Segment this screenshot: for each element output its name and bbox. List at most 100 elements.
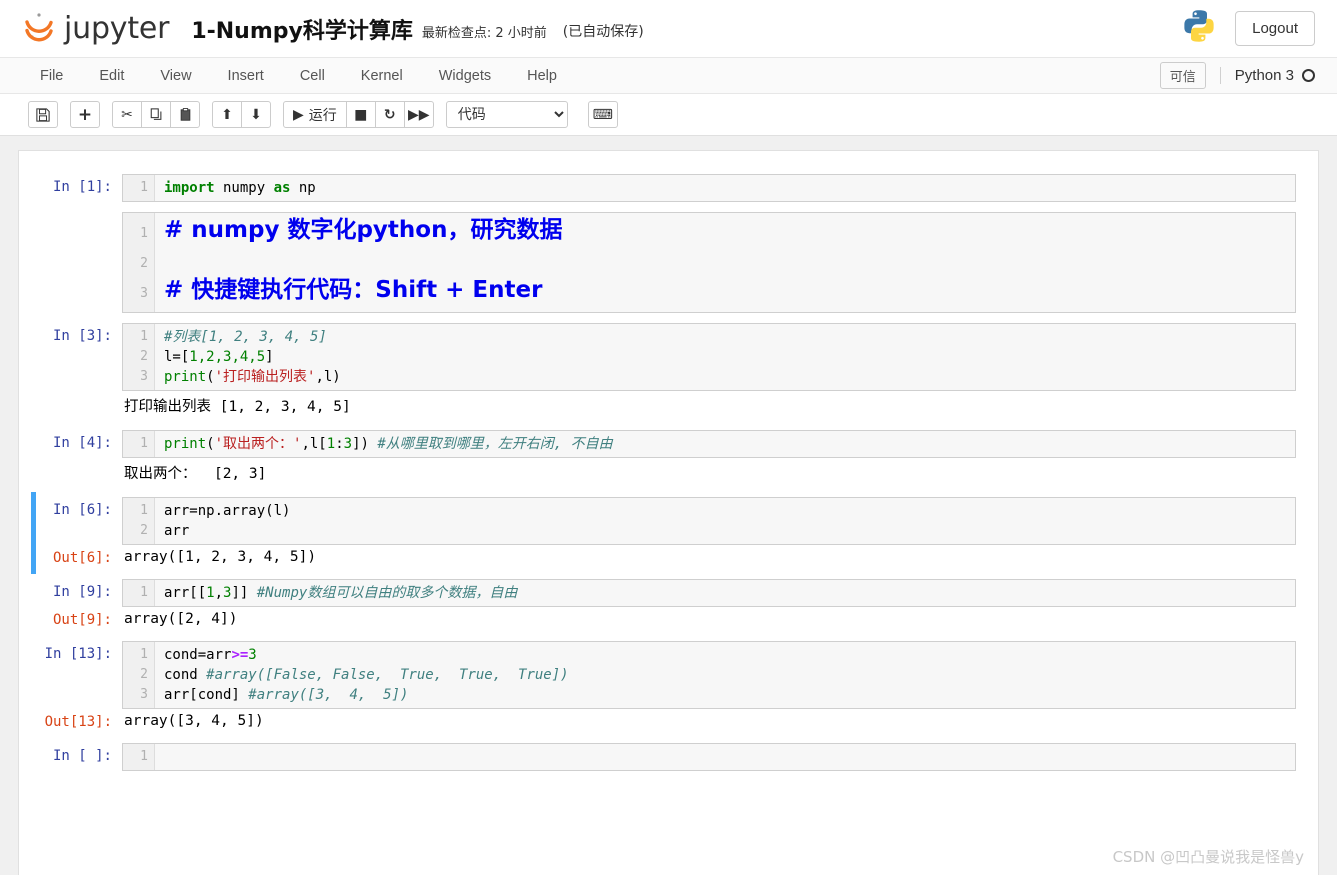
menu-item-widgets[interactable]: Widgets [421, 58, 509, 93]
plus-icon[interactable]: + [70, 101, 100, 128]
line-numbers: 1 2 3 [123, 642, 155, 708]
arrow-up-icon[interactable]: ⬆ [212, 101, 242, 128]
logout-button[interactable]: Logout [1235, 11, 1315, 46]
input-prompt: In [4]: [52, 435, 112, 451]
code-content[interactable]: arr[[1,3]] #Numpy数组可以自由的取多个数据，自由 [155, 580, 1295, 606]
keyboard-icon[interactable]: ⌨ [587, 101, 618, 128]
code-content[interactable] [155, 744, 1295, 770]
stop-square-icon[interactable]: ■ [345, 101, 376, 128]
code-token-comment: #array([False, False, True, True, True]) [206, 667, 569, 683]
code-content[interactable]: # numpy 数字化python，研究数据 # 快捷键执行代码：Shift +… [155, 213, 1295, 312]
cell-type-select[interactable]: 代码 标记 原生 NBConvert 标题 [445, 101, 568, 128]
code-token-comment: #从哪里取到哪里，左开右闭, 不自由 [368, 436, 613, 452]
menu-item-help[interactable]: Help [509, 58, 575, 93]
input-prompt: In [9]: [52, 584, 112, 600]
line-numbers: 1 2 [123, 498, 155, 544]
code-token-comment: #array([3, 4, 5]) [248, 687, 409, 703]
notebook-cell[interactable]: In [3]: 1 2 3 #列表[1, 2, 3, 4, 5] l=[1,2,… [31, 318, 1296, 425]
code-editor[interactable]: 1 import numpy as np [122, 174, 1296, 202]
notebook-cell[interactable]: In [ ]: 1 [31, 738, 1296, 776]
notebook-container: In [1]: 1 import numpy as np 1 2 3 # num… [18, 150, 1319, 875]
code-token-close: ]) [352, 436, 369, 452]
notebook-cell[interactable]: 1 2 3 # numpy 数字化python，研究数据 # 快捷键执行代码：S… [31, 207, 1296, 318]
menu-item-cell[interactable]: Cell [282, 58, 343, 93]
scissors-icon[interactable]: ✂ [112, 101, 142, 128]
code-content[interactable]: #列表[1, 2, 3, 4, 5] l=[1,2,3,4,5] print('… [155, 324, 1295, 390]
code-token-print: print [164, 436, 207, 452]
notebook-title[interactable]: 1-Numpy科学计算库 [191, 13, 413, 45]
csdn-watermark: CSDN @凹凸曼说我是怪兽y [1112, 848, 1304, 866]
code-line-2: arr [164, 523, 190, 539]
menu-bar: File Edit View Insert Cell Kernel Widget… [0, 58, 1337, 94]
notebook-cell-selected[interactable]: In [6]: 1 2 arr=np.array(l) arr Out[6]: … [31, 492, 1296, 574]
notebook-cell[interactable]: In [13]: 1 2 3 cond=arr>=3 cond #array([… [31, 636, 1296, 738]
code-token-paren: ( [206, 369, 215, 385]
input-prompt: In [13]: [44, 646, 112, 662]
menu-item-file[interactable]: File [22, 58, 81, 93]
output-prompt: Out[6]: [52, 550, 112, 566]
code-line-1: arr=np.array(l) [164, 503, 291, 519]
arrow-down-icon[interactable]: ⬇ [241, 101, 271, 128]
fast-forward-icon[interactable]: ▶▶ [403, 101, 434, 128]
paste-icon[interactable] [170, 101, 200, 128]
stdout-text: 取出两个： [2, 3] [124, 466, 267, 482]
code-token-as: as [273, 180, 291, 196]
code-editor[interactable]: 1 2 3 cond=arr>=3 cond #array([False, Fa… [122, 641, 1296, 709]
notebook-page-wrap: In [1]: 1 import numpy as np 1 2 3 # num… [0, 136, 1337, 875]
code-token-string: '取出两个：' [214, 436, 302, 452]
notebook-cell[interactable]: In [9]: 1 arr[[1,3]] #Numpy数组可以自由的取多个数据，… [31, 574, 1296, 636]
toolbar-group-move: ⬆ ⬇ [212, 101, 271, 128]
restart-circle-icon[interactable]: ↻ [374, 101, 405, 128]
notebook-cell[interactable]: In [1]: 1 import numpy as np [31, 169, 1296, 207]
raw-line-1: # numpy 数字化python，研究数据 [164, 217, 563, 243]
run-button[interactable]: ▶ 运行 [283, 101, 347, 128]
copy-icon[interactable] [141, 101, 171, 128]
output-text: array([1, 2, 3, 4, 5]) [124, 549, 317, 565]
line-numbers: 1 [123, 431, 155, 457]
code-content[interactable]: arr=np.array(l) arr [155, 498, 1295, 544]
play-icon: ▶ [293, 106, 304, 123]
raw-line-3: # 快捷键执行代码：Shift + Enter [164, 277, 543, 303]
line-numbers: 1 [123, 580, 155, 606]
kernel-idle-circle-icon [1302, 69, 1315, 82]
trusted-badge[interactable]: 可信 [1159, 62, 1206, 89]
kernel-name-label: Python 3 [1234, 67, 1294, 84]
code-editor[interactable]: 1 2 3 # numpy 数字化python，研究数据 # 快捷键执行代码：S… [122, 212, 1296, 313]
jupyter-logo-icon [22, 9, 56, 48]
menu-item-kernel[interactable]: Kernel [343, 58, 421, 93]
kernel-indicator[interactable]: Python 3 [1219, 67, 1315, 84]
notebook-cell[interactable]: In [4]: 1 print('取出两个：',l[1:3]) #从哪里取到哪里… [31, 425, 1296, 492]
menu-item-view[interactable]: View [142, 58, 209, 93]
cell-output-result: Out[6]: array([1, 2, 3, 4, 5]) [36, 545, 1296, 569]
code-content[interactable]: import numpy as np [155, 175, 1295, 201]
code-token-assign: l=[ [164, 349, 190, 365]
code-token-comma: , [214, 585, 224, 601]
autosave-status: (已自动保存) [562, 23, 644, 40]
line-numbers: 1 [123, 744, 155, 770]
code-editor[interactable]: 1 print('取出两个：',l[1:3]) #从哪里取到哪里，左开右闭, 不… [122, 430, 1296, 458]
code-content[interactable]: print('取出两个：',l[1:3]) #从哪里取到哪里，左开右闭, 不自由 [155, 431, 1295, 457]
code-token-mask-index: arr[cond] [164, 687, 249, 703]
menu-item-edit[interactable]: Edit [81, 58, 142, 93]
save-disk-icon[interactable] [28, 101, 58, 128]
cell-output-result: Out[9]: array([2, 4]) [36, 607, 1296, 631]
line-numbers: 1 [123, 175, 155, 201]
code-editor[interactable]: 1 [122, 743, 1296, 771]
line-numbers: 1 2 3 [123, 324, 155, 390]
jupyter-brand-label: jupyter [64, 11, 170, 46]
code-editor[interactable]: 1 2 3 #列表[1, 2, 3, 4, 5] l=[1,2,3,4,5] p… [122, 323, 1296, 391]
output-prompt: Out[9]: [52, 612, 112, 628]
toolbar-group-save [28, 101, 58, 128]
code-editor[interactable]: 1 arr[[1,3]] #Numpy数组可以自由的取多个数据，自由 [122, 579, 1296, 607]
code-content[interactable]: cond=arr>=3 cond #array([False, False, T… [155, 642, 1295, 708]
code-token-index-close: ]] [231, 585, 249, 601]
menu-item-insert[interactable]: Insert [210, 58, 282, 93]
code-token-bracket: ] [265, 349, 274, 365]
jupyter-logo-link[interactable]: jupyter [22, 9, 170, 48]
code-token-comment: #列表[1, 2, 3, 4, 5] [164, 329, 327, 345]
code-token-cond: cond=arr [164, 647, 232, 663]
code-editor[interactable]: 1 2 arr=np.array(l) arr [122, 497, 1296, 545]
cell-output-result: Out[13]: array([3, 4, 5]) [36, 709, 1296, 733]
menu-items-group: File Edit View Insert Cell Kernel Widget… [22, 58, 575, 93]
input-prompt [36, 212, 122, 217]
